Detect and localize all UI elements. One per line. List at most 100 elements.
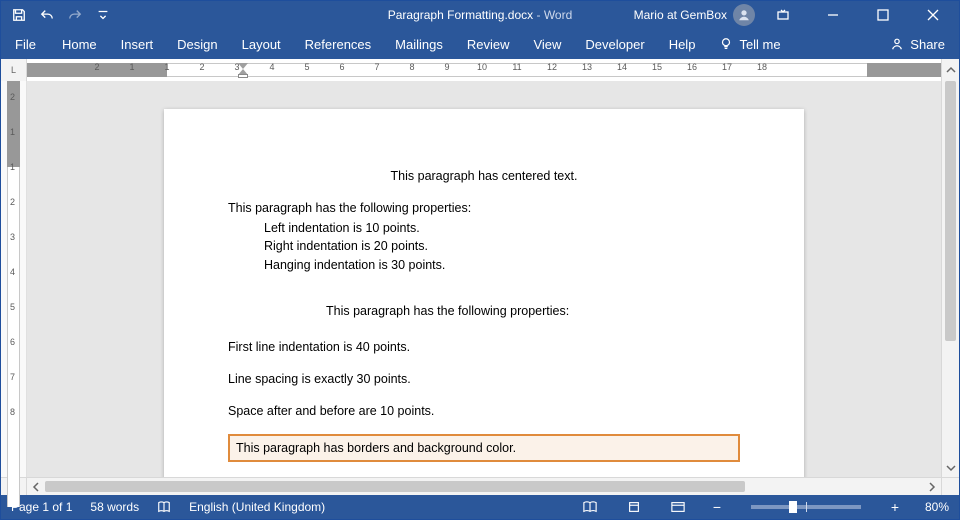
vertical-ruler[interactable]: 2112345678 — [1, 81, 27, 477]
scrollbar-track[interactable] — [942, 81, 959, 459]
tab-insert[interactable]: Insert — [109, 29, 166, 59]
ruler-number: 11 — [512, 62, 521, 72]
ruler-number: 1 — [10, 127, 15, 137]
status-bar: Page 1 of 1 58 words English (United Kin… — [1, 495, 959, 519]
tell-me-search[interactable]: Tell me — [707, 29, 792, 59]
ruler-number: 1 — [10, 162, 15, 172]
spellcheck-status[interactable] — [157, 500, 171, 514]
tab-view[interactable]: View — [521, 29, 573, 59]
ruler-number: 10 — [477, 62, 487, 72]
document-name: Paragraph Formatting.docx — [388, 8, 533, 22]
scroll-right-button[interactable] — [923, 478, 941, 495]
ruler-number: 14 — [617, 62, 627, 72]
tab-file[interactable]: File — [1, 29, 50, 59]
horizontal-ruler[interactable]: 21123456789101112131415161718 — [27, 59, 941, 81]
scroll-left-button[interactable] — [27, 478, 45, 495]
horizontal-ruler-row: L 21123456789101112131415161718 — [1, 59, 959, 81]
ruler-number: 15 — [652, 62, 662, 72]
ribbon-tab-strip: File Home Insert Design Layout Reference… — [1, 29, 959, 59]
document-viewport[interactable]: This paragraph has centered text. This p… — [27, 81, 941, 477]
user-account[interactable]: Mario at GemBox — [634, 4, 755, 26]
title-separator: - — [533, 8, 544, 22]
undo-button[interactable] — [35, 4, 59, 26]
ruler-number: 8 — [10, 407, 15, 417]
tab-mailings[interactable]: Mailings — [383, 29, 455, 59]
ruler-number: 2 — [10, 197, 15, 207]
share-label: Share — [910, 37, 945, 52]
paragraph-linespacing[interactable]: Line spacing is exactly 30 points. — [228, 370, 740, 388]
ruler-number: 6 — [10, 337, 15, 347]
zoom-in-button[interactable]: + — [887, 499, 903, 515]
share-button[interactable]: Share — [876, 37, 959, 52]
paragraph-bordered[interactable]: This paragraph has borders and backgroun… — [228, 434, 740, 462]
ruler-number: 12 — [547, 62, 557, 72]
hscroll-track[interactable] — [45, 478, 923, 495]
zoom-slider-knob[interactable] — [789, 501, 797, 513]
print-layout-view-button[interactable] — [621, 497, 647, 517]
scrollbar-thumb[interactable] — [945, 81, 956, 341]
ruler-number: 9 — [444, 62, 449, 72]
tab-developer[interactable]: Developer — [573, 29, 656, 59]
share-icon — [890, 37, 904, 51]
word-count-status[interactable]: 58 words — [90, 500, 139, 514]
title-bar: Paragraph Formatting.docx - Word Mario a… — [1, 1, 959, 29]
ribbon-display-options-button[interactable] — [761, 1, 805, 29]
zoom-slider[interactable] — [751, 505, 861, 509]
scroll-down-button[interactable] — [942, 459, 959, 477]
book-icon — [157, 500, 171, 514]
hscroll-thumb[interactable] — [45, 481, 745, 492]
body-row: 2112345678 This paragraph has centered t… — [1, 81, 959, 477]
minimize-button[interactable] — [811, 1, 855, 29]
ruler-number: 6 — [339, 62, 344, 72]
horizontal-scrollbar[interactable] — [1, 477, 959, 495]
quick-access-toolbar — [1, 4, 115, 26]
word-app-window: Paragraph Formatting.docx - Word Mario a… — [0, 0, 960, 520]
paragraph-right-indent[interactable]: Right indentation is 20 points. — [228, 237, 740, 255]
ruler-number: 8 — [409, 62, 414, 72]
indent-marker[interactable] — [237, 59, 249, 77]
ruler-number: 2 — [199, 62, 204, 72]
ruler-number: 5 — [304, 62, 309, 72]
ruler-number: 3 — [10, 232, 15, 242]
language-status[interactable]: English (United Kingdom) — [189, 500, 325, 514]
tab-review[interactable]: Review — [455, 29, 522, 59]
page[interactable]: This paragraph has centered text. This p… — [164, 109, 804, 477]
app-name: Word — [544, 8, 572, 22]
restore-button[interactable] — [861, 1, 905, 29]
read-mode-view-button[interactable] — [577, 497, 603, 517]
paragraph-centered[interactable]: This paragraph has centered text. — [228, 167, 740, 185]
ruler-number: 1 — [164, 62, 169, 72]
tab-home[interactable]: Home — [50, 29, 109, 59]
ruler-number: 7 — [10, 372, 15, 382]
paragraph-firstline[interactable]: First line indentation is 40 points. — [228, 338, 740, 356]
vertical-scrollbar[interactable] — [941, 81, 959, 477]
tab-help[interactable]: Help — [657, 29, 708, 59]
paragraph-props-intro[interactable]: This paragraph has the following propert… — [228, 199, 740, 217]
ruler-number: 4 — [269, 62, 274, 72]
ruler-number: 17 — [722, 62, 732, 72]
web-layout-view-button[interactable] — [665, 497, 691, 517]
qat-customize-dropdown[interactable] — [91, 4, 115, 26]
redo-button[interactable] — [63, 4, 87, 26]
zoom-out-button[interactable]: − — [709, 499, 725, 515]
zoom-level[interactable]: 80% — [925, 500, 949, 514]
paragraph-hanging-indent[interactable]: Hanging indentation is 30 points. — [228, 256, 740, 274]
title-bar-right: Mario at GemBox — [634, 1, 959, 29]
paragraph-props-intro-2[interactable]: This paragraph has the following propert… — [326, 302, 740, 320]
avatar — [733, 4, 755, 26]
tab-layout[interactable]: Layout — [230, 29, 293, 59]
save-button[interactable] — [7, 4, 31, 26]
close-button[interactable] — [911, 1, 955, 29]
paragraph-space-before-after[interactable]: Space after and before are 10 points. — [228, 402, 740, 420]
page-number-status[interactable]: Page 1 of 1 — [11, 500, 72, 514]
ruler-number: 2 — [94, 62, 99, 72]
tab-references[interactable]: References — [293, 29, 383, 59]
ruler-number: 16 — [687, 62, 697, 72]
scroll-up-button[interactable] — [941, 59, 959, 81]
user-name: Mario at GemBox — [634, 8, 727, 22]
paragraph-left-indent[interactable]: Left indentation is 10 points. — [228, 219, 740, 237]
tab-selector[interactable]: L — [1, 59, 27, 81]
ruler-number: 18 — [757, 62, 767, 72]
tab-design[interactable]: Design — [165, 29, 229, 59]
tell-me-label: Tell me — [739, 37, 780, 52]
